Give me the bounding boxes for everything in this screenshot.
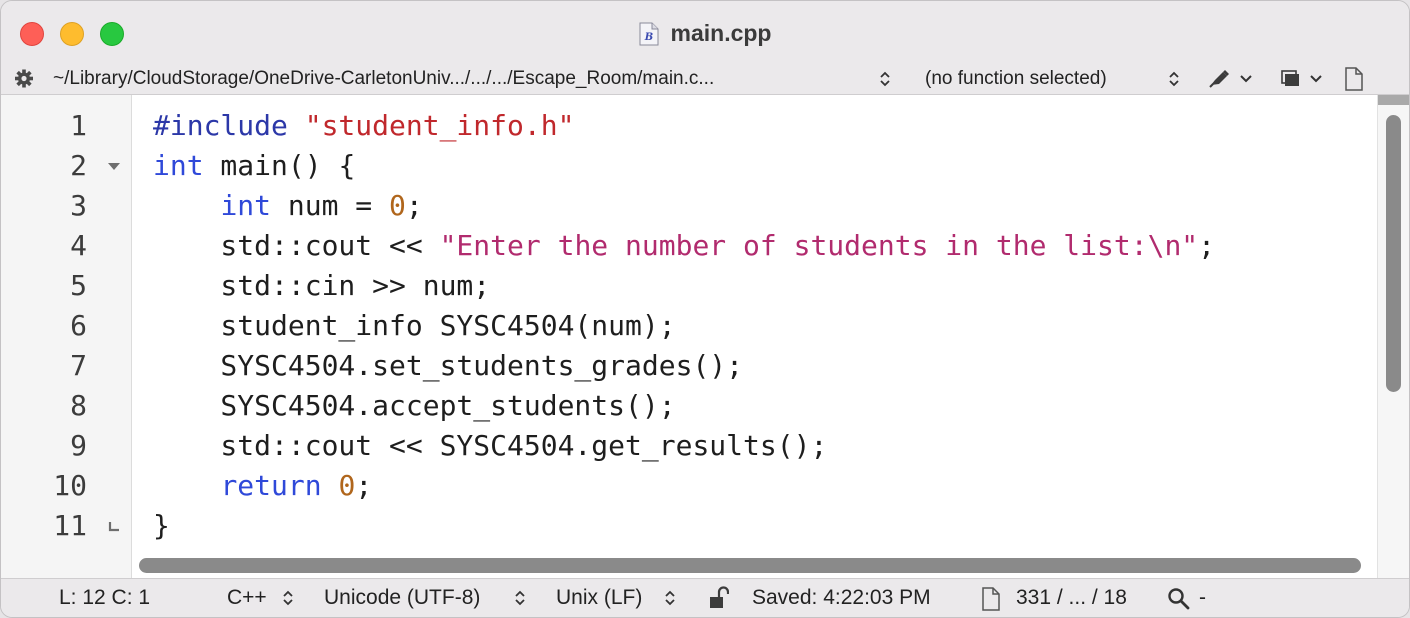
fold-triangle-icon[interactable]: [107, 161, 123, 173]
fold-end-icon[interactable]: [107, 521, 123, 533]
code-text[interactable]: #include "student_info.h" int main() { in…: [153, 106, 1215, 546]
code-token: std::cout << SYSC4504.get_results();: [153, 429, 828, 462]
code-token: int: [153, 149, 204, 182]
horizontal-scroll-thumb[interactable]: [139, 558, 1361, 573]
line-number: 8: [70, 389, 87, 422]
file-path-menu[interactable]: ~/Library/CloudStorage/OneDrive-Carleton…: [53, 63, 714, 94]
code-token: 0: [338, 469, 356, 502]
document-counts[interactable]: 331 / ... / 18: [1016, 579, 1127, 617]
code-token: ;: [355, 469, 373, 502]
code-editor[interactable]: 1 2 3 4 5 6 7 8 9 10 11 #include "studen…: [1, 95, 1377, 578]
path-chevron-updown-icon[interactable]: [879, 69, 891, 89]
line-endings-menu[interactable]: Unix (LF): [556, 579, 643, 617]
line-number: 3: [70, 189, 87, 222]
code-line[interactable]: #include "student_info.h": [153, 106, 1215, 146]
language-chevron-updown-icon[interactable]: [282, 588, 294, 608]
document-icon[interactable]: [1343, 63, 1365, 94]
encoding-menu[interactable]: Unicode (UTF-8): [324, 579, 481, 617]
cpp-file-icon[interactable]: B: [639, 22, 659, 46]
code-token: 0: [389, 189, 406, 222]
search-field[interactable]: -: [1199, 579, 1206, 617]
encoding-label: Unicode (UTF-8): [324, 586, 481, 609]
function-chevron-updown-icon[interactable]: [1168, 69, 1180, 89]
code-token: ;: [1198, 229, 1216, 262]
file-path-label: ~/Library/CloudStorage/OneDrive-Carleton…: [53, 68, 715, 89]
vertical-scrollbar[interactable]: [1377, 95, 1409, 578]
code-token: num =: [271, 189, 390, 222]
marker-menu-button[interactable]: [1207, 63, 1253, 94]
gear-icon[interactable]: [13, 63, 35, 94]
lock-icon[interactable]: [707, 579, 730, 617]
scrollbar-top-cap: [1378, 95, 1409, 105]
line-number: 7: [70, 349, 87, 382]
line-number: 6: [70, 309, 87, 342]
window-title-area: B main.cpp: [1, 17, 1409, 49]
counterpart-menu-button[interactable]: [1279, 63, 1325, 94]
code-token: #include: [153, 109, 305, 142]
vertical-scroll-thumb[interactable]: [1386, 115, 1401, 392]
code-line[interactable]: SYSC4504.accept_students();: [153, 386, 1215, 426]
cursor-position[interactable]: L: 12 C: 1: [59, 579, 150, 617]
navigation-bar: ~/Library/CloudStorage/OneDrive-Carleton…: [1, 63, 1409, 95]
code-token: "Enter the number of students in the lis…: [439, 229, 1199, 262]
line-number-gutter: 1 2 3 4 5 6 7 8 9 10 11: [1, 95, 132, 578]
line-number: 5: [70, 269, 87, 302]
document-icon[interactable]: [980, 579, 1002, 617]
code-line[interactable]: std::cout << SYSC4504.get_results();: [153, 426, 1215, 466]
code-token: main() {: [203, 149, 356, 182]
pen-icon: [1209, 70, 1229, 88]
language-menu[interactable]: C++: [227, 579, 267, 617]
code-token: return: [220, 469, 322, 502]
window-title: main.cpp: [670, 20, 772, 46]
code-line[interactable]: return 0;: [153, 466, 1215, 506]
line-number: 11: [53, 509, 87, 542]
code-token: std::cin >> num;: [153, 269, 491, 302]
line-number: 9: [70, 429, 87, 462]
line-number: 2: [70, 149, 87, 182]
search-icon[interactable]: [1167, 579, 1191, 617]
code-line[interactable]: std::cin >> num;: [153, 266, 1215, 306]
code-line[interactable]: }: [153, 506, 1215, 546]
code-line[interactable]: std::cout << "Enter the number of studen…: [153, 226, 1215, 266]
code-token: student_info SYSC4504(num);: [153, 309, 676, 342]
function-menu-label: (no function selected): [925, 68, 1107, 89]
line-number: 4: [70, 229, 87, 262]
language-label: C++: [227, 586, 267, 609]
code-token: ;: [405, 189, 423, 222]
code-line[interactable]: student_info SYSC4504(num);: [153, 306, 1215, 346]
code-token: std::cout <<: [153, 229, 440, 262]
editor-window: B main.cpp ~/Library/CloudStorage/OneDri…: [0, 0, 1410, 618]
code-line[interactable]: int main() {: [153, 146, 1215, 186]
line-number: 1: [70, 109, 87, 142]
code-line[interactable]: int num = 0;: [153, 186, 1215, 226]
code-line[interactable]: SYSC4504.set_students_grades();: [153, 346, 1215, 386]
code-token: "student_info.h": [304, 109, 575, 142]
encoding-chevron-updown-icon[interactable]: [514, 588, 526, 608]
code-token: int: [220, 189, 272, 222]
line-number: 10: [53, 469, 87, 502]
saved-status: Saved: 4:22:03 PM: [752, 586, 931, 609]
function-menu[interactable]: (no function selected): [925, 63, 1107, 94]
line-endings-label: Unix (LF): [556, 586, 643, 609]
code-token: }: [153, 509, 170, 542]
code-token: SYSC4504.set_students_grades();: [153, 349, 744, 382]
status-bar: L: 12 C: 1 C++ Unicode (UTF-8) Unix (LF): [1, 578, 1409, 617]
title-bar: B main.cpp: [1, 1, 1409, 64]
svg-text:B: B: [643, 32, 652, 43]
line-endings-chevron-updown-icon[interactable]: [664, 588, 676, 608]
code-token: SYSC4504.accept_students();: [153, 389, 676, 422]
